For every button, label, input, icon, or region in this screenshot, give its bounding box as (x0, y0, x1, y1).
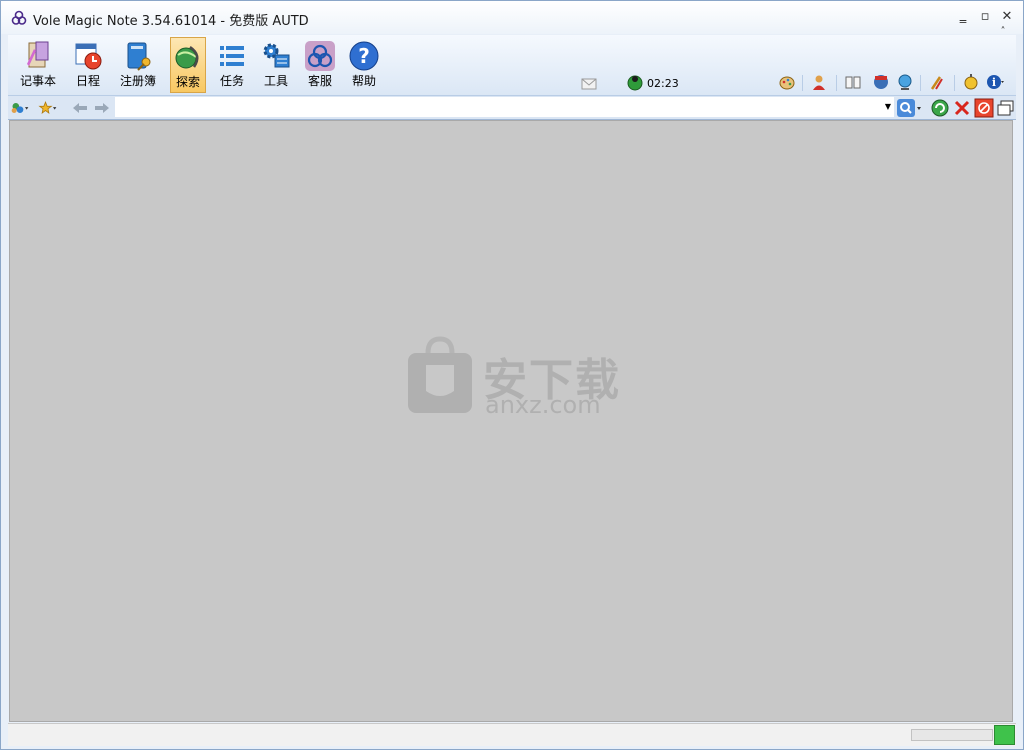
task-label: 任务 (219, 74, 244, 88)
status-bar (8, 723, 1016, 746)
explore-label: 探索 (175, 75, 200, 89)
key-tools-icon[interactable] (928, 73, 946, 91)
mail-icon[interactable] (580, 75, 598, 93)
separator (954, 75, 955, 91)
window-title: Vole Magic Note 3.54.61014 - 免费版 AUTD (33, 14, 309, 29)
tools-gear-icon (263, 43, 290, 68)
notepad-label: 记事本 (19, 74, 56, 88)
stopwatch-icon[interactable] (962, 73, 980, 91)
separator (920, 75, 921, 91)
close-button[interactable]: ✕ (997, 8, 1017, 26)
separator (836, 75, 837, 91)
block-ads-icon[interactable] (974, 98, 994, 118)
clock-icon (627, 75, 643, 91)
back-arrow-icon[interactable] (70, 98, 90, 118)
task-button[interactable]: 任务 (214, 37, 250, 93)
task-list-icon (220, 46, 244, 66)
explore-globe-icon (175, 45, 199, 69)
ie64-icon[interactable] (872, 73, 890, 91)
refresh-icon[interactable] (930, 98, 950, 118)
help-button[interactable]: ? 帮助 (346, 37, 382, 93)
globe-icon[interactable] (896, 73, 914, 91)
tools-button[interactable]: 工具 (258, 37, 294, 93)
calendar-clock-icon (75, 43, 102, 70)
address-dropdown-button[interactable]: ▼ (882, 97, 894, 117)
app-window: Vole Magic Note 3.54.61014 - 免费版 AUTD ‗ … (0, 0, 1024, 750)
register-button[interactable]: 注册簿 (114, 37, 162, 93)
minimize-button[interactable]: ‗ (953, 8, 973, 26)
search-dropdown-icon[interactable] (896, 98, 924, 118)
schedule-button[interactable]: 日程 (64, 37, 112, 93)
help-label: 帮助 (351, 74, 376, 88)
skin-person-icon[interactable] (810, 73, 828, 91)
watermark-bag-icon (408, 336, 472, 413)
svg-text:?: ? (358, 44, 370, 68)
browser-content-area[interactable]: 安下载 anxz.com (9, 120, 1013, 722)
register-book-icon (127, 42, 151, 71)
info-icon[interactable]: i (986, 73, 1004, 91)
address-input[interactable] (115, 97, 893, 117)
progress-bar (911, 729, 993, 741)
service-logo-icon (305, 41, 335, 71)
status-indicator (994, 725, 1015, 745)
svg-text:i: i (992, 76, 996, 89)
help-icon: ? (349, 41, 379, 71)
register-label: 注册簿 (119, 74, 156, 88)
ribbon-toolbar: 记事本 日程 注册簿 探索 任务 工具 客服 ? 帮助 02:23 i (8, 35, 1016, 96)
service-label: 客服 (307, 74, 332, 88)
stop-icon[interactable] (952, 98, 972, 118)
forward-arrow-icon[interactable] (92, 98, 112, 118)
favorites-dropdown-icon[interactable] (10, 98, 30, 118)
notepad-button[interactable]: 记事本 (14, 37, 62, 93)
watermark-url: anxz.com (485, 391, 601, 419)
window-restore-icon[interactable] (996, 98, 1016, 118)
title-bar: Vole Magic Note 3.54.61014 - 免费版 AUTD ‗ … (1, 1, 1023, 37)
clock-time: 02:23 (647, 77, 679, 90)
palette-icon[interactable] (778, 73, 796, 91)
service-button[interactable]: 客服 (302, 37, 338, 93)
book-icon[interactable] (844, 73, 862, 91)
notepad-icon (27, 41, 49, 68)
app-logo-icon (11, 10, 27, 25)
star-dropdown-icon[interactable] (38, 98, 58, 118)
schedule-label: 日程 (75, 74, 100, 88)
separator (802, 75, 803, 91)
navigation-bar: ▼ (8, 96, 1016, 120)
tools-label: 工具 (263, 74, 288, 88)
maximize-button[interactable]: ▫ (975, 8, 995, 26)
explore-button[interactable]: 探索 (170, 37, 206, 93)
